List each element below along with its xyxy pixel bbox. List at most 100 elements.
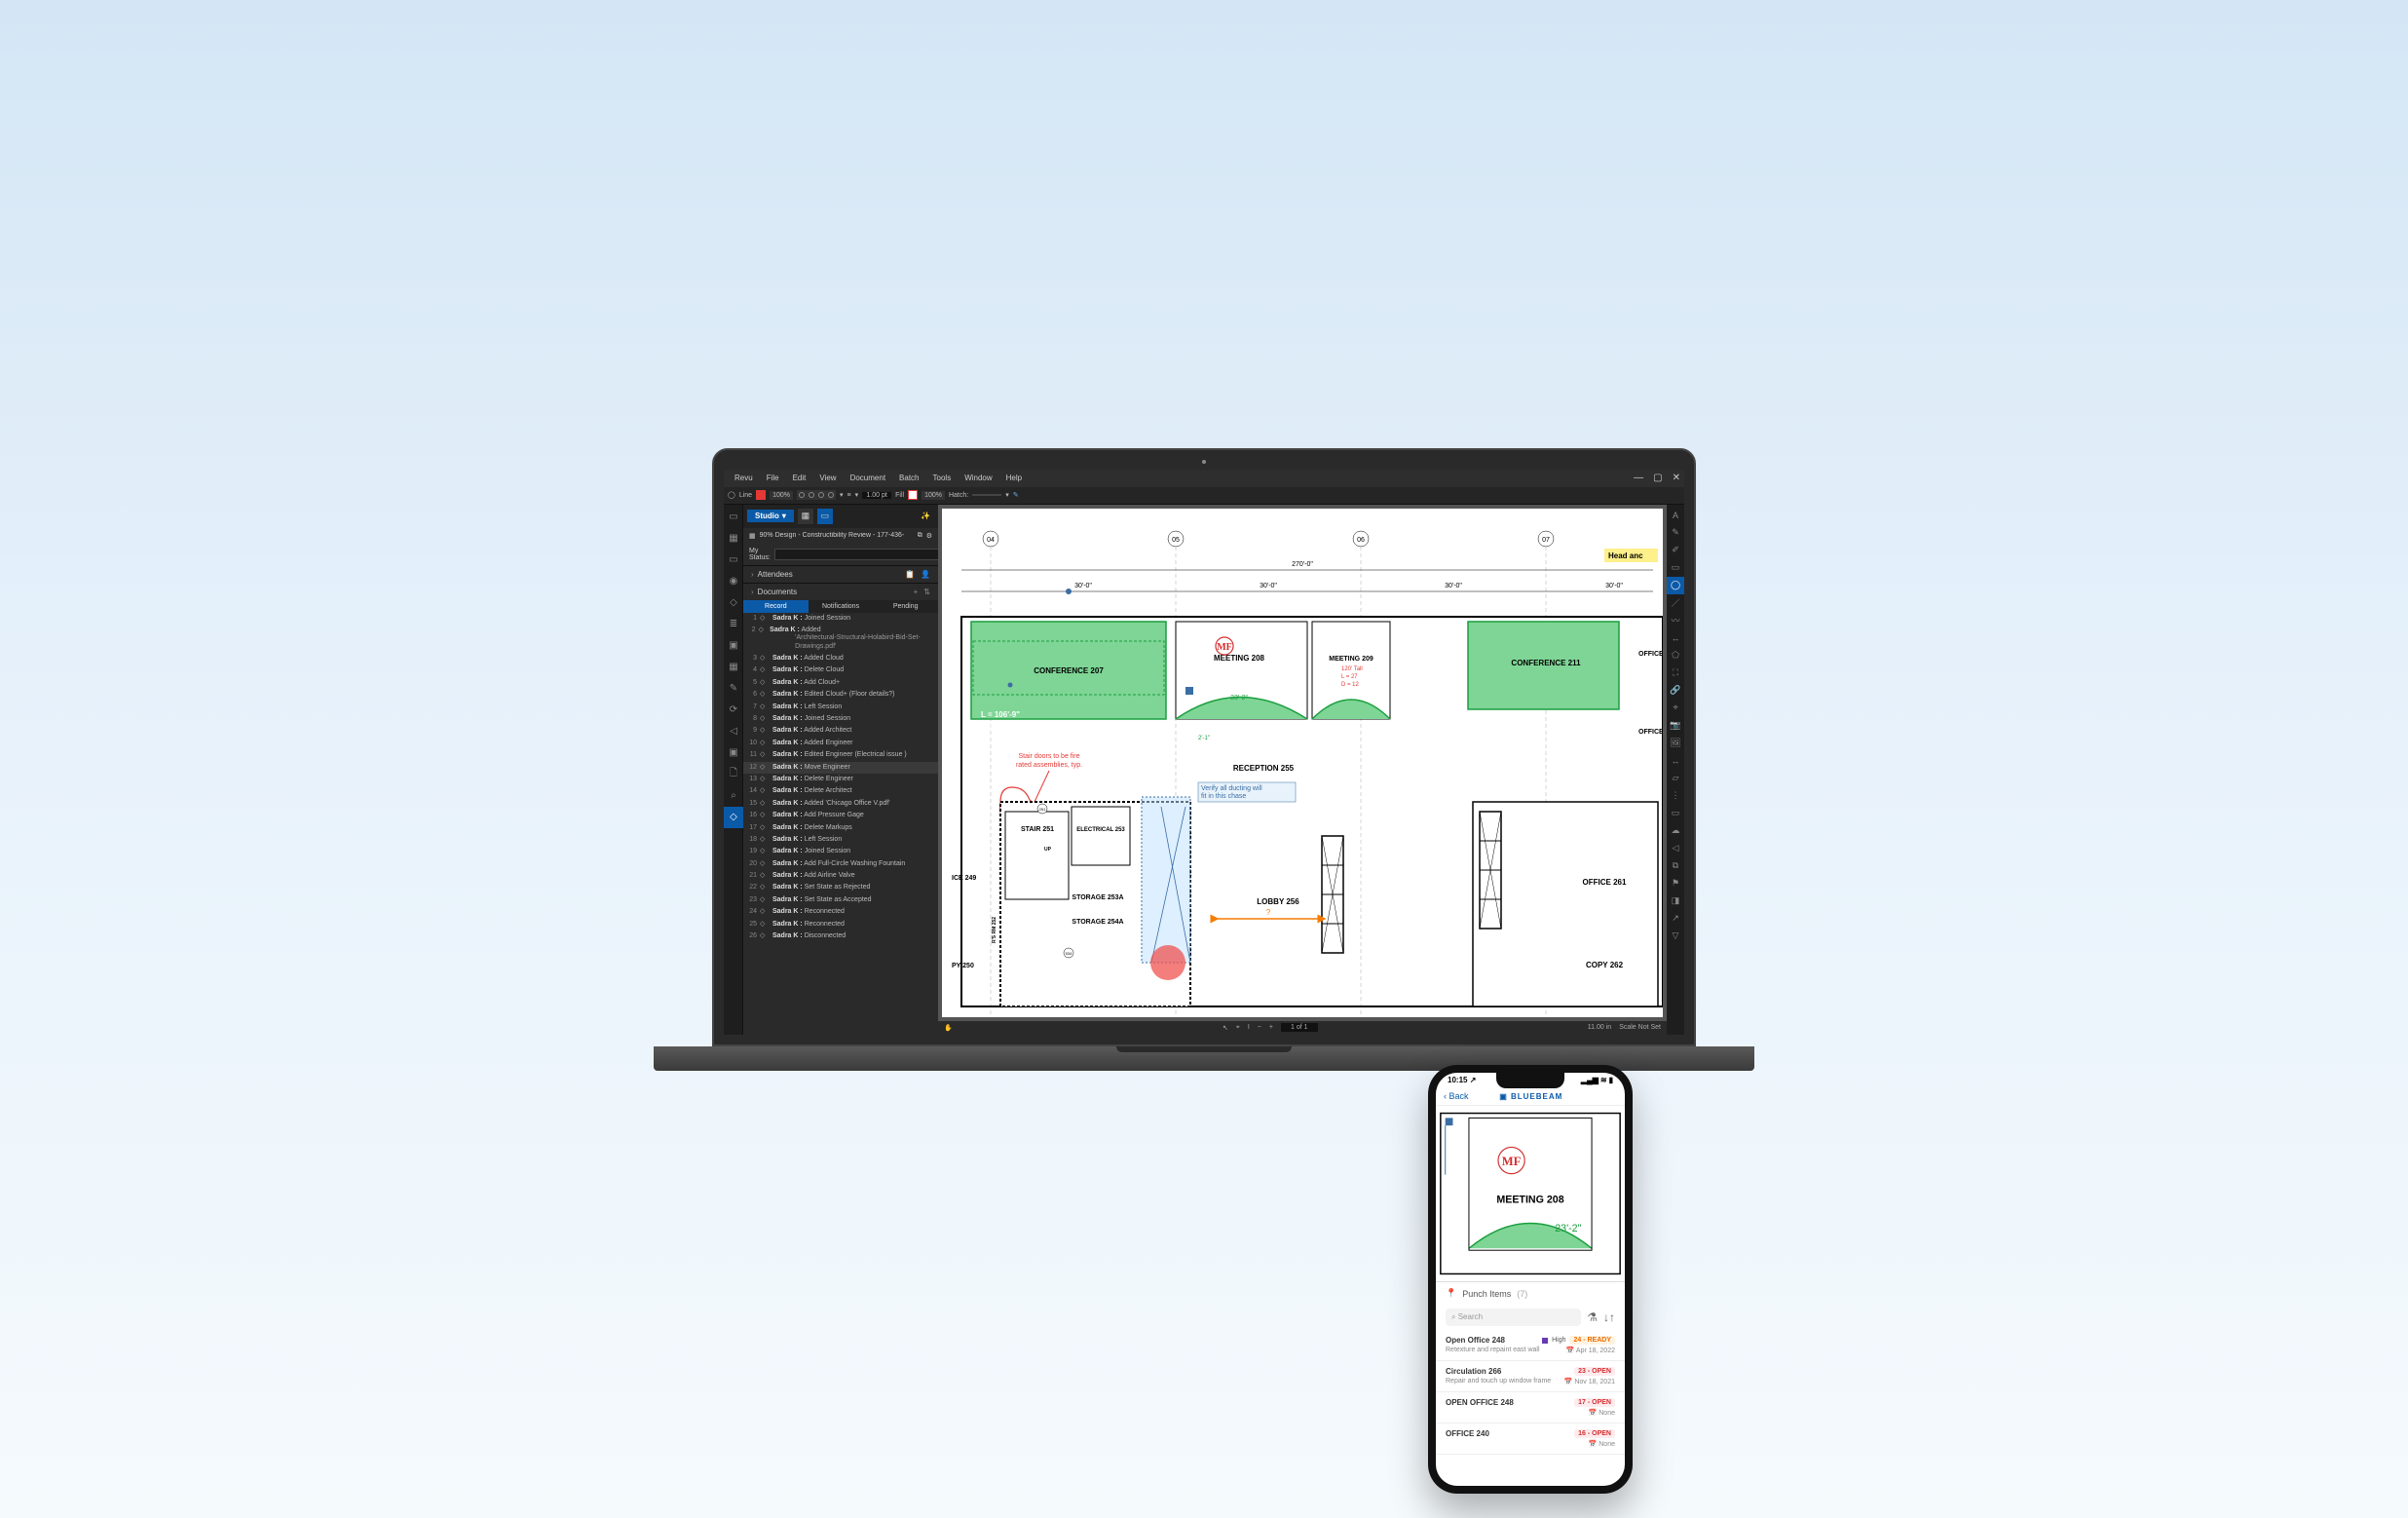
record-row[interactable]: 8 ◇ Sadra K : Joined Session xyxy=(743,713,938,725)
record-row[interactable]: 15 ◇ Sadra K : Added 'Chicago Office V.p… xyxy=(743,798,938,810)
menu-window[interactable]: Window xyxy=(958,474,998,482)
links-icon[interactable]: ⟳ xyxy=(724,700,743,721)
measure-area-icon[interactable]: ▱ xyxy=(1667,770,1684,787)
sessions-icon[interactable]: ▦ xyxy=(798,509,813,524)
record-row[interactable]: 2 ◇ Sadra K : Added 'Architectural-Struc… xyxy=(743,625,938,653)
callout-tool-icon[interactable]: ◁ xyxy=(1667,840,1684,857)
person-icon[interactable]: 👤 xyxy=(921,570,930,579)
zoom-out-icon[interactable]: − xyxy=(1258,1024,1261,1031)
image-tool-icon[interactable]: 🖼 xyxy=(1667,735,1684,752)
rectangle-tool-icon[interactable]: ▭ xyxy=(1667,559,1684,577)
zoom-in-icon[interactable]: + xyxy=(1269,1024,1273,1031)
measurements-icon[interactable]: ◁ xyxy=(724,721,743,742)
tool-chest-icon[interactable]: ▣ xyxy=(724,742,743,764)
minimize-icon[interactable]: — xyxy=(1634,473,1643,483)
cursor-icon[interactable]: ⌖ xyxy=(1236,1024,1240,1032)
record-row[interactable]: 22 ◇ Sadra K : Set State as Rejected xyxy=(743,882,938,893)
signatures-icon[interactable]: ✎ xyxy=(724,678,743,700)
record-row[interactable]: 23 ◇ Sadra K : Set State as Accepted xyxy=(743,894,938,906)
punch-item[interactable]: OPEN OFFICE 248 17 - OPEN 📅 None xyxy=(1436,1392,1625,1423)
back-button[interactable]: ‹ Back xyxy=(1444,1091,1469,1101)
record-row[interactable]: 12 ◇ Sadra K : Move Engineer xyxy=(743,762,938,774)
chevron-down-icon[interactable]: ▾ xyxy=(1005,491,1009,499)
studio-icon[interactable]: ◇ xyxy=(724,807,743,828)
copy-icon[interactable]: ⧉ xyxy=(918,532,922,540)
flag-tool-icon[interactable]: ⚑ xyxy=(1667,875,1684,892)
menu-help[interactable]: Help xyxy=(999,474,1029,482)
punch-item[interactable]: Open Office 248 High 24 - READY Retextur… xyxy=(1436,1330,1625,1361)
polyline-tool-icon[interactable]: 〰 xyxy=(1667,612,1684,629)
more-tool-icon[interactable]: ▽ xyxy=(1667,928,1684,945)
record-row[interactable]: 21 ◇ Sadra K : Add Airline Valve xyxy=(743,870,938,882)
fill-color-swatch[interactable] xyxy=(908,490,918,500)
tab-pending[interactable]: Pending xyxy=(873,600,938,613)
menu-edit[interactable]: Edit xyxy=(786,474,813,482)
red-punch-marker[interactable] xyxy=(1150,945,1185,980)
record-row[interactable]: 10 ◇ Sadra K : Added Engineer xyxy=(743,738,938,749)
thumbnails-icon[interactable]: ▦ xyxy=(724,528,743,550)
record-row[interactable]: 18 ◇ Sadra K : Left Session xyxy=(743,834,938,846)
stamp-tool-icon[interactable]: ⌖ xyxy=(1667,700,1684,717)
line-width-input[interactable]: 1.00 pt xyxy=(862,492,891,499)
record-row[interactable]: 26 ◇ Sadra K : Disconnected xyxy=(743,930,938,942)
settings-icon[interactable]: ⚙ xyxy=(926,532,932,540)
dimension-tool-icon[interactable]: ↔ xyxy=(1667,629,1684,647)
record-row[interactable]: 20 ◇ Sadra K : Add Full-Circle Washing F… xyxy=(743,858,938,870)
hatch-dropdown[interactable] xyxy=(972,494,1001,496)
record-row[interactable]: 19 ◇ Sadra K : Joined Session xyxy=(743,846,938,857)
record-row[interactable]: 25 ◇ Sadra K : Reconnected xyxy=(743,919,938,930)
record-row[interactable]: 3 ◇ Sadra K : Added Cloud xyxy=(743,653,938,664)
documents-row[interactable]: › Documents +⇅ xyxy=(743,583,938,600)
blue-handle[interactable] xyxy=(1185,687,1193,695)
menu-batch[interactable]: Batch xyxy=(892,474,925,482)
cloud-tool-icon[interactable]: ☁ xyxy=(1667,822,1684,840)
search-input[interactable]: ⌕ Search xyxy=(1446,1309,1581,1326)
sort-icon[interactable]: ⇅ xyxy=(923,588,930,596)
line-pattern-picker[interactable] xyxy=(797,490,836,500)
properties-icon[interactable]: ◉ xyxy=(724,571,743,592)
drawing-canvas[interactable]: 04 05 06 07 xyxy=(942,509,1663,1017)
crop-tool-icon[interactable]: ⛶ xyxy=(1667,664,1684,682)
maximize-icon[interactable]: ▢ xyxy=(1653,473,1662,483)
scale-status[interactable]: Scale Not Set xyxy=(1619,1024,1661,1031)
blue-ducting-region[interactable] xyxy=(1142,797,1190,963)
file-tab-icon[interactable]: ▭ xyxy=(724,507,743,528)
spaces-icon[interactable]: ▣ xyxy=(724,635,743,657)
arrow-icon[interactable]: ↖ xyxy=(1223,1024,1228,1032)
attendees-row[interactable]: › Attendees 📋👤 xyxy=(743,565,938,583)
blue-handle[interactable] xyxy=(1008,682,1013,687)
menu-tools[interactable]: Tools xyxy=(926,474,959,482)
count-tool-icon[interactable]: ⋮ xyxy=(1667,787,1684,805)
record-row[interactable]: 24 ◇ Sadra K : Reconnected xyxy=(743,906,938,918)
record-row[interactable]: 14 ◇ Sadra K : Delete Architect xyxy=(743,785,938,797)
blue-handle[interactable] xyxy=(1066,588,1072,594)
ellipse-tool-icon[interactable]: ◯ xyxy=(1667,577,1684,594)
close-icon[interactable]: ✕ xyxy=(1673,473,1680,483)
record-row[interactable]: 7 ◇ Sadra K : Left Session xyxy=(743,702,938,713)
eraser-tool-icon[interactable]: ◨ xyxy=(1667,892,1684,910)
projects-icon[interactable]: ▭ xyxy=(817,509,833,524)
chevron-down-icon[interactable]: ▾ xyxy=(855,491,859,499)
search-icon[interactable]: ⌕ xyxy=(724,785,743,807)
search-panel-icon[interactable]: ◇ xyxy=(724,592,743,614)
arrow-tool-icon[interactable]: ↗ xyxy=(1667,910,1684,928)
wand-icon[interactable]: ✨ xyxy=(921,512,934,520)
tab-record[interactable]: Record xyxy=(743,600,809,613)
record-row[interactable]: 6 ◇ Sadra K : Edited Cloud+ (Floor detai… xyxy=(743,689,938,701)
rectangle-sketch-icon[interactable]: ▭ xyxy=(1667,805,1684,822)
record-row[interactable]: 11 ◇ Sadra K : Edited Engineer (Electric… xyxy=(743,749,938,761)
line-tool-icon[interactable]: ／ xyxy=(1667,594,1684,612)
menu-document[interactable]: Document xyxy=(844,474,892,482)
my-status-input[interactable] xyxy=(774,549,949,560)
filter-icon[interactable]: ⚗ xyxy=(1587,1310,1598,1324)
clipboard-icon[interactable]: 📋 xyxy=(905,570,915,579)
punch-item[interactable]: OFFICE 240 16 - OPEN 📅 None xyxy=(1436,1423,1625,1455)
sets-icon[interactable]: 🗋 xyxy=(724,764,743,785)
record-row[interactable]: 4 ◇ Sadra K : Delete Cloud xyxy=(743,664,938,676)
menu-revu[interactable]: Revu xyxy=(728,474,760,482)
record-row[interactable]: 5 ◇ Sadra K : Add Cloud+ xyxy=(743,677,938,689)
snapshot-tool-icon[interactable]: 📷 xyxy=(1667,717,1684,735)
layers-icon[interactable]: ≣ xyxy=(724,614,743,635)
bookmarks-icon[interactable]: ▭ xyxy=(724,550,743,571)
group-tool-icon[interactable]: ⧉ xyxy=(1667,857,1684,875)
